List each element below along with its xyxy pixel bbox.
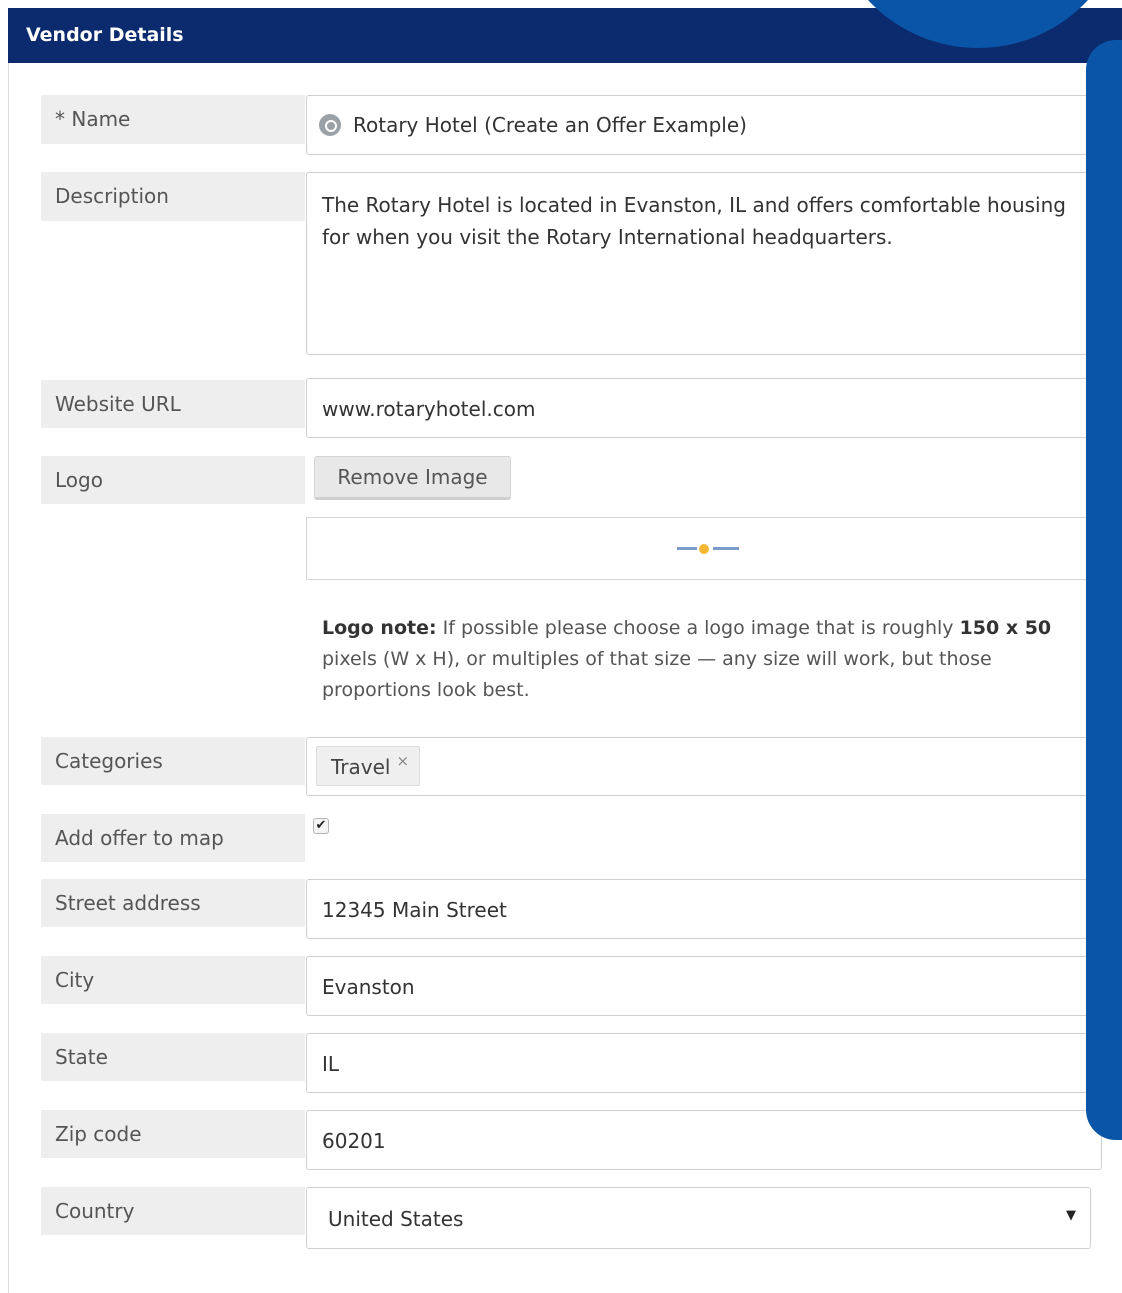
logo-note-text-2: pixels (W x H), or multiples of that siz…: [322, 648, 992, 701]
category-tag-travel: Travel ×: [316, 746, 421, 786]
name-input[interactable]: Rotary Hotel (Create an Offer Example): [306, 95, 1106, 155]
city-label: City: [41, 956, 305, 1004]
logo-note-size: 150 x 50: [959, 617, 1052, 639]
state-label: State: [41, 1033, 305, 1081]
search-icon: [319, 113, 341, 136]
add-offer-to-map-label: Add offer to map: [41, 814, 305, 862]
website-input[interactable]: www.rotaryhotel.com: [306, 378, 1106, 438]
name-label: * Name: [41, 95, 305, 144]
logo-preview: [306, 517, 1106, 580]
zip-code-label: Zip code: [41, 1110, 305, 1158]
categories-label: Categories: [41, 737, 305, 785]
remove-image-button[interactable]: Remove Image: [314, 456, 511, 500]
add-offer-to-map-checkbox[interactable]: ✔: [313, 818, 329, 834]
street-address-input[interactable]: 12345 Main Street: [306, 879, 1106, 939]
zip-code-value: 60201: [322, 1129, 386, 1153]
country-label: Country: [41, 1187, 305, 1235]
street-address-value: 12345 Main Street: [322, 898, 507, 922]
remove-tag-icon[interactable]: ×: [396, 752, 409, 770]
zip-code-input[interactable]: 60201: [306, 1110, 1102, 1170]
category-tag-label: Travel: [331, 755, 391, 779]
logo-note-text-1: If possible please choose a logo image t…: [436, 617, 960, 639]
rotary-logo-image: [677, 544, 739, 554]
city-value: Evanston: [322, 975, 415, 999]
state-value: IL: [322, 1052, 340, 1076]
city-input[interactable]: Evanston: [306, 956, 1106, 1016]
country-select[interactable]: United States ▼: [306, 1187, 1091, 1249]
state-input[interactable]: IL: [306, 1033, 1106, 1093]
categories-input[interactable]: Travel ×: [306, 737, 1106, 796]
description-label: Description: [41, 172, 305, 221]
logo-label: Logo: [41, 456, 305, 504]
name-value: Rotary Hotel (Create an Offer Example): [353, 113, 747, 137]
country-value: United States: [328, 1207, 464, 1231]
street-address-label: Street address: [41, 879, 305, 927]
decorative-blue-bar: [1086, 40, 1122, 1140]
chevron-down-icon: ▼: [1066, 1208, 1076, 1223]
logo-note-title: Logo note:: [322, 617, 437, 639]
website-label: Website URL: [41, 380, 305, 428]
logo-note: Logo note: If possible please choose a l…: [322, 613, 1092, 706]
description-textarea[interactable]: The Rotary Hotel is located in Evanston,…: [306, 172, 1106, 355]
website-value: www.rotaryhotel.com: [322, 397, 536, 421]
